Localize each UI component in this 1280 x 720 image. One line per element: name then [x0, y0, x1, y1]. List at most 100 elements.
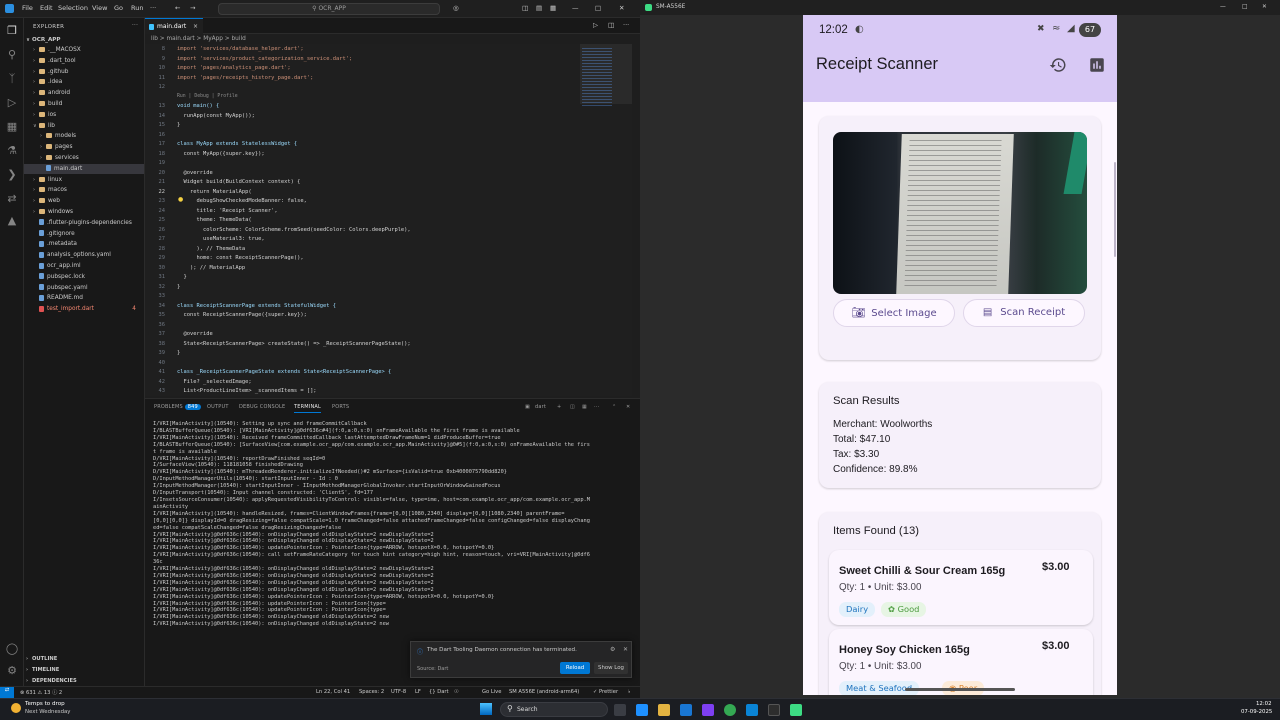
extensions-icon[interactable]: ▦	[5, 120, 19, 134]
history-icon[interactable]	[1049, 56, 1067, 74]
layout-icon[interactable]: ▦	[550, 4, 556, 12]
taskbar-search[interactable]: ⚲ Search	[500, 702, 608, 717]
remote-indicator-icon[interactable]: ⇄	[0, 687, 14, 698]
weather-title[interactable]: Temps to drop	[25, 701, 65, 707]
split-terminal-icon[interactable]: ◫	[570, 404, 575, 410]
outline-section[interactable]: › OUTLINE	[26, 654, 57, 664]
emulator-taskbar-icon[interactable]	[790, 704, 802, 716]
toggle-panel-icon[interactable]: ▤	[536, 4, 542, 12]
editor-more-icon[interactable]: ···	[623, 21, 629, 29]
emulator-close-icon[interactable]: ✕	[1262, 0, 1267, 15]
tree-file[interactable]: .metadata	[24, 239, 144, 249]
source-control-icon[interactable]: ᛉ	[5, 72, 19, 86]
menu-selection[interactable]: Selection	[58, 4, 88, 12]
cursor-position[interactable]: Ln 22, Col 41	[316, 689, 350, 695]
line-ending[interactable]: LF	[415, 689, 421, 695]
tree-file[interactable]: .flutter-plugins-dependencies	[24, 218, 144, 228]
toggle-sidebar-icon[interactable]: ◫	[522, 4, 528, 12]
tree-file[interactable]: pubspec.lock	[24, 272, 144, 282]
account-icon[interactable]: ◯	[5, 642, 19, 656]
terminal-taskbar-icon[interactable]	[768, 704, 780, 716]
chrome-icon[interactable]	[724, 704, 736, 716]
item-card[interactable]: Sweet Chilli & Sour Cream 165g $3.00 Qty…	[829, 550, 1093, 625]
language-mode[interactable]: {} Dart	[429, 689, 449, 695]
command-center-search[interactable]: ⚲ OCR_APP	[218, 3, 440, 15]
tree-folder[interactable]: › android	[24, 88, 144, 98]
minimap[interactable]	[580, 44, 632, 396]
tree-folder[interactable]: › linux	[24, 175, 144, 185]
tree-file[interactable]: pubspec.yaml	[24, 283, 144, 293]
panel-more-icon[interactable]: ···	[594, 404, 599, 410]
show-log-button[interactable]: Show Log	[594, 662, 628, 674]
gesture-nav-bar[interactable]	[905, 688, 1015, 691]
new-terminal-icon[interactable]: +	[557, 404, 561, 410]
copilot-icon[interactable]: ◎	[453, 4, 459, 12]
scroll-content[interactable]: 📷︎ Select Image ▤ Scan Receipt Scan Result…	[803, 102, 1117, 695]
menu-edit[interactable]: Edit	[40, 4, 53, 12]
weather-icon[interactable]	[11, 703, 21, 713]
terminal-name[interactable]: dart	[535, 404, 546, 410]
lightbulb-icon[interactable]: ●	[178, 196, 183, 203]
maximize-icon[interactable]: □	[595, 4, 601, 12]
prettier-status[interactable]: ✓ Prettier	[593, 689, 618, 695]
start-button-icon[interactable]	[480, 703, 492, 715]
project-root[interactable]: ∨ OCR_APP	[26, 35, 61, 45]
tree-folder[interactable]: › windows	[24, 207, 144, 217]
breadcrumb[interactable]: lib > main.dart > MyApp > build	[151, 36, 246, 42]
split-editor-icon[interactable]: ◫	[608, 21, 614, 29]
tree-folder[interactable]: › .github	[24, 67, 144, 77]
docker-icon[interactable]: ▲	[5, 214, 19, 228]
kill-terminal-icon[interactable]: ▦	[582, 404, 587, 410]
dependencies-section[interactable]: › DEPENDENCIES	[26, 676, 77, 686]
tree-folder[interactable]: › macos	[24, 185, 144, 195]
emulator-minimize-icon[interactable]: —	[1220, 0, 1226, 15]
tree-folder[interactable]: › .idea	[24, 77, 144, 87]
close-panel-icon[interactable]: ✕	[626, 404, 630, 410]
menu-file[interactable]: File	[22, 4, 33, 12]
run-debug-icon[interactable]: ▷	[5, 96, 19, 110]
tree-folder[interactable]: › .__MACOSX	[24, 45, 144, 55]
tree-folder[interactable]: › pages	[24, 142, 144, 152]
tab-ports[interactable]: PORTS	[332, 404, 349, 410]
analytics-icon[interactable]	[1088, 56, 1106, 74]
file-explorer-icon[interactable]	[658, 704, 670, 716]
phone-screen[interactable]: 12:02 ◐ ✖ ≈ ◢ 67 Receipt Scanner 📷︎ Selec…	[803, 15, 1117, 695]
clock-date[interactable]: 07-09-2025	[1241, 709, 1272, 715]
toast-settings-icon[interactable]: ⚙	[610, 646, 615, 653]
menu-go[interactable]: Go	[114, 4, 123, 12]
indentation[interactable]: Spaces: 2	[359, 689, 384, 695]
notifications-bell-icon[interactable]: ♭	[628, 689, 630, 695]
tree-file[interactable]: .gitignore	[24, 229, 144, 239]
tree-folder[interactable]: › models	[24, 131, 144, 141]
search-icon[interactable]: ⚲	[5, 48, 19, 62]
tree-folder[interactable]: › web	[24, 196, 144, 206]
app-purple-icon[interactable]	[702, 704, 714, 716]
settings-gear-icon[interactable]: ⚙	[5, 664, 19, 678]
maximize-panel-icon[interactable]: ⌃	[612, 404, 616, 410]
problems-status[interactable]: ⊗ 631 ⚠ 13 ⓘ 2	[20, 689, 62, 696]
menu-view[interactable]: View	[92, 4, 107, 12]
tab-problems[interactable]: PROBLEMS 849	[154, 404, 201, 410]
tree-file[interactable]: ocr_app.iml	[24, 261, 144, 271]
tree-file[interactable]: main.dart	[24, 163, 144, 174]
explorer-more-icon[interactable]: ···	[132, 22, 138, 28]
tree-folder[interactable]: › .dart_tool	[24, 56, 144, 66]
emulator-maximize-icon[interactable]: □	[1242, 0, 1247, 15]
encoding[interactable]: UTF-8	[391, 689, 406, 695]
tree-file[interactable]: test_import.dart 4	[24, 304, 144, 314]
reload-button[interactable]: Reload	[560, 662, 590, 674]
close-icon[interactable]: ✕	[619, 4, 624, 12]
tab-close-icon[interactable]: ×	[193, 19, 198, 34]
timeline-section[interactable]: › TIMELINE	[26, 665, 59, 675]
forward-arrow-icon[interactable]: →	[190, 4, 195, 12]
receipt-image[interactable]	[833, 132, 1087, 294]
minimize-icon[interactable]: —	[572, 4, 579, 12]
code-editor[interactable]: 8 import 'services/database_helper.dart';…	[145, 44, 585, 396]
tab-main-dart[interactable]: main.dart ×	[145, 18, 203, 34]
tab-debug-console[interactable]: DEBUG CONSOLE	[239, 404, 285, 410]
explorer-icon[interactable]: ❐	[5, 24, 19, 38]
run-icon[interactable]: ▷	[593, 21, 598, 29]
select-image-button[interactable]: 📷︎ Select Image	[833, 299, 955, 327]
codelens-run-debug[interactable]: Run | Debug | Profile	[177, 94, 238, 99]
back-arrow-icon[interactable]: ←	[175, 4, 180, 12]
